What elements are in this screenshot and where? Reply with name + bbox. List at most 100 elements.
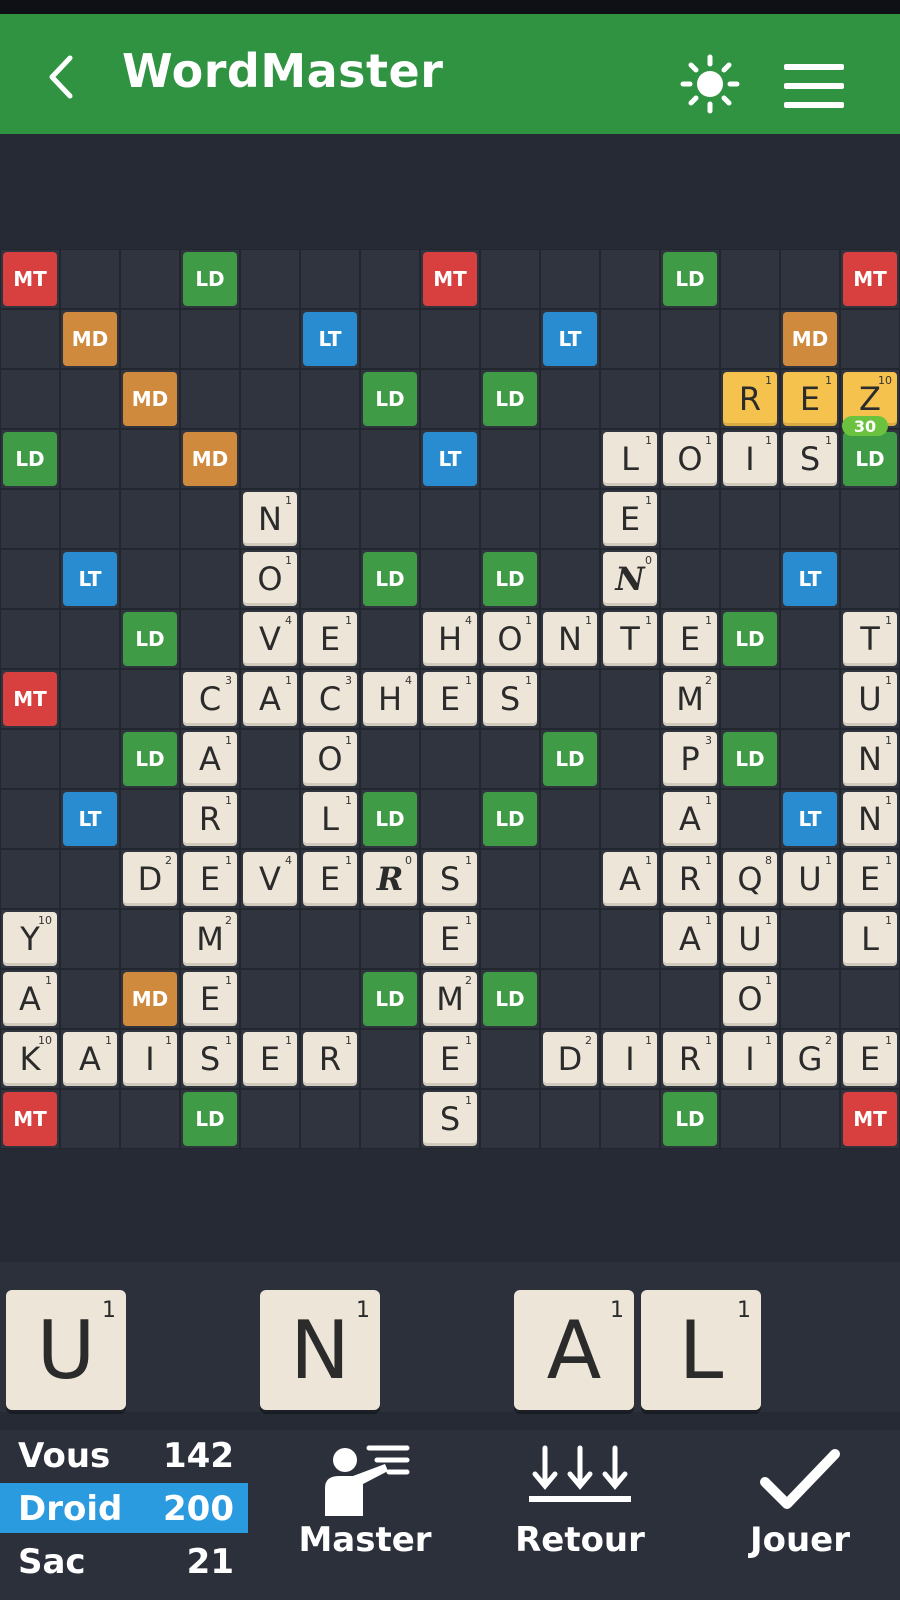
board-cell[interactable] xyxy=(420,729,480,789)
jouer-button[interactable]: Jouer xyxy=(700,1430,900,1600)
board-cell[interactable]: MD xyxy=(120,969,180,1029)
board-cell[interactable]: C3 xyxy=(300,669,360,729)
board-cell[interactable] xyxy=(660,969,720,1029)
board-cell[interactable] xyxy=(480,309,540,369)
board-cell[interactable]: A1 xyxy=(240,669,300,729)
board-cell[interactable]: S1 xyxy=(180,1029,240,1089)
rack-tile[interactable]: U1 xyxy=(6,1290,126,1410)
board-cell[interactable]: L1 xyxy=(600,429,660,489)
board-cell[interactable]: O1 xyxy=(300,729,360,789)
board-cell[interactable] xyxy=(660,549,720,609)
board-cell[interactable] xyxy=(600,1089,660,1149)
board-cell[interactable]: MD xyxy=(120,369,180,429)
board-cell[interactable] xyxy=(120,429,180,489)
board-cell[interactable]: R1 xyxy=(660,849,720,909)
board-cell[interactable] xyxy=(240,969,300,1029)
board-cell[interactable]: MD xyxy=(180,429,240,489)
board-cell[interactable] xyxy=(540,849,600,909)
board-cell[interactable] xyxy=(0,849,60,909)
board-cell[interactable]: LT xyxy=(540,309,600,369)
master-button[interactable]: Master xyxy=(270,1430,460,1600)
board-cell[interactable] xyxy=(360,309,420,369)
board-cell[interactable] xyxy=(60,909,120,969)
board-cell[interactable] xyxy=(780,729,840,789)
board-cell[interactable] xyxy=(240,429,300,489)
board-cell[interactable] xyxy=(420,789,480,849)
board-cell[interactable]: I1 xyxy=(720,429,780,489)
board-cell[interactable] xyxy=(720,309,780,369)
board-cell[interactable] xyxy=(300,549,360,609)
board-cell[interactable]: U1 xyxy=(720,909,780,969)
board-cell[interactable]: E1 xyxy=(420,669,480,729)
board-cell[interactable]: LD xyxy=(360,369,420,429)
board-cell[interactable]: LT xyxy=(780,789,840,849)
board-cell[interactable]: O1 xyxy=(660,429,720,489)
board-cell[interactable] xyxy=(0,609,60,669)
board-cell[interactable]: LD xyxy=(360,549,420,609)
board-cell[interactable]: S1 xyxy=(420,1089,480,1149)
board-cell[interactable] xyxy=(240,249,300,309)
board-cell[interactable]: N1 xyxy=(240,489,300,549)
board-cell[interactable] xyxy=(360,909,420,969)
board-cell[interactable] xyxy=(840,309,900,369)
board-cell[interactable]: LD xyxy=(360,789,420,849)
board-cell[interactable]: L1 xyxy=(300,789,360,849)
board-cell[interactable]: LD xyxy=(720,609,780,669)
board-cell[interactable] xyxy=(60,369,120,429)
board-cell[interactable] xyxy=(660,369,720,429)
board-cell[interactable]: G2 xyxy=(780,1029,840,1089)
board-cell[interactable]: N1 xyxy=(540,609,600,669)
board-cell[interactable]: LD xyxy=(0,429,60,489)
board-cell[interactable]: O1 xyxy=(480,609,540,669)
board-cell[interactable]: MT xyxy=(840,1089,900,1149)
board-cell[interactable] xyxy=(300,1089,360,1149)
rack-tile[interactable]: L1 xyxy=(641,1290,761,1410)
board-cell[interactable] xyxy=(0,549,60,609)
board-cell[interactable] xyxy=(840,489,900,549)
board-cell[interactable]: R1 xyxy=(300,1029,360,1089)
board-cell[interactable]: O1 xyxy=(240,549,300,609)
board-cell[interactable] xyxy=(120,1089,180,1149)
board-cell[interactable] xyxy=(660,309,720,369)
board-cell[interactable]: LD xyxy=(480,789,540,849)
board-cell[interactable]: MT xyxy=(0,1089,60,1149)
board-cell[interactable] xyxy=(540,789,600,849)
board-cell[interactable] xyxy=(180,489,240,549)
board-cell[interactable]: M2 xyxy=(180,909,240,969)
board-cell[interactable] xyxy=(540,429,600,489)
board-cell[interactable]: A1 xyxy=(660,789,720,849)
rack-tile[interactable]: N1 xyxy=(260,1290,380,1410)
board-cell[interactable] xyxy=(480,909,540,969)
board-cell[interactable]: E1 xyxy=(180,849,240,909)
board-cell[interactable]: U1 xyxy=(780,849,840,909)
board-cell[interactable]: T1 xyxy=(600,609,660,669)
board-cell[interactable] xyxy=(0,369,60,429)
board-cell[interactable]: LT xyxy=(60,549,120,609)
theme-toggle-button[interactable] xyxy=(680,54,740,114)
board-cell[interactable] xyxy=(480,489,540,549)
board-cell[interactable] xyxy=(360,429,420,489)
board-cell[interactable] xyxy=(540,249,600,309)
board-cell[interactable] xyxy=(600,729,660,789)
board-cell[interactable]: N0 xyxy=(600,549,660,609)
board-cell[interactable] xyxy=(540,489,600,549)
board-cell[interactable] xyxy=(360,609,420,669)
board-cell[interactable]: LT xyxy=(420,429,480,489)
board-cell[interactable] xyxy=(600,669,660,729)
board-cell[interactable] xyxy=(480,1089,540,1149)
board-cell[interactable]: E1 xyxy=(420,909,480,969)
board-cell[interactable]: R0 xyxy=(360,849,420,909)
board-cell[interactable] xyxy=(600,909,660,969)
board-cell[interactable] xyxy=(420,309,480,369)
board-cell[interactable] xyxy=(120,309,180,369)
board-cell[interactable] xyxy=(540,549,600,609)
board-cell[interactable]: LD xyxy=(480,369,540,429)
board-cell[interactable] xyxy=(60,729,120,789)
board-cell[interactable] xyxy=(600,369,660,429)
board-cell[interactable]: D2 xyxy=(120,849,180,909)
board-cell[interactable]: MT xyxy=(0,669,60,729)
board-cell[interactable]: E1 xyxy=(300,609,360,669)
board-cell[interactable] xyxy=(420,549,480,609)
board-cell[interactable] xyxy=(300,249,360,309)
board-cell[interactable]: O1 xyxy=(720,969,780,1029)
